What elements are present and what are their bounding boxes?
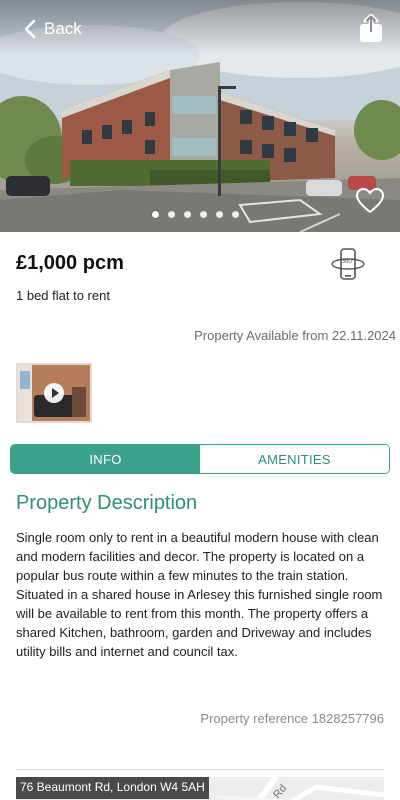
- share-icon[interactable]: [358, 14, 384, 44]
- listing-type: 1 bed flat to rent: [16, 288, 110, 303]
- gallery-dot[interactable]: [152, 211, 159, 218]
- tab-amenities[interactable]: AMENITIES: [200, 445, 389, 473]
- property-photo-gallery[interactable]: Back: [0, 0, 400, 232]
- chevron-left-icon: [24, 19, 36, 39]
- favorite-heart-icon[interactable]: [356, 188, 384, 214]
- gallery-dot[interactable]: [168, 211, 175, 218]
- property-reference: Property reference 1828257796: [200, 711, 384, 726]
- listing-price: £1,000 pcm: [16, 252, 124, 274]
- gallery-dot[interactable]: [216, 211, 223, 218]
- back-button[interactable]: Back: [22, 16, 82, 42]
- divider: [16, 769, 384, 770]
- availability-date: Property Available from 22.11.2024: [194, 328, 396, 343]
- gallery-dot[interactable]: [200, 211, 207, 218]
- play-icon: [44, 383, 64, 403]
- gallery-dot[interactable]: [232, 211, 239, 218]
- map-address-label: 76 Beaumont Rd, London W4 5AH: [16, 777, 209, 799]
- tab-info[interactable]: INFO: [11, 445, 200, 473]
- info-tabs: INFO AMENITIES: [10, 444, 390, 474]
- gallery-dot[interactable]: [184, 211, 191, 218]
- video-thumbnail[interactable]: [16, 363, 92, 423]
- description-body: Single room only to rent in a beautiful …: [16, 530, 383, 659]
- gallery-pagination: [152, 211, 239, 218]
- 360-view-icon[interactable]: 360°: [330, 248, 366, 280]
- svg-text:360°: 360°: [342, 259, 355, 265]
- back-label: Back: [44, 19, 82, 38]
- location-map[interactable]: Rd 76 Beaumont Rd, London W4 5AH: [16, 777, 384, 800]
- description-title: Property Description: [16, 492, 198, 514]
